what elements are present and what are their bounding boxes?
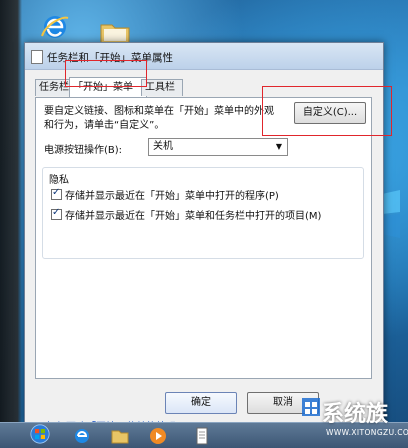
customize-button-highlight [262, 86, 392, 136]
store-recent-programs-option[interactable]: 存储并显示最近在「开始」菜单中打开的程序(P) [51, 187, 279, 203]
start-menu-tab-highlight [65, 60, 147, 87]
left-shadow-strip [0, 0, 22, 447]
start-menu-tab-panel: 要自定义链接、图标和菜单在「开始」菜单中的外观和行为，请单击“自定义”。 自定义… [35, 97, 372, 433]
watermark-brand-text: 系统族 [322, 402, 389, 427]
store-recent-programs-checkbox[interactable] [51, 187, 62, 200]
start-button-icon[interactable] [30, 424, 50, 444]
customize-description: 要自定义链接、图标和菜单在「开始」菜单中的外观和行为，请单击“自定义”。 [44, 106, 274, 131]
taskbar-document-icon[interactable] [192, 426, 212, 446]
tab-toolbars[interactable]: 工具栏 [141, 79, 183, 96]
ok-button[interactable]: 确定 [165, 392, 237, 414]
power-button-select[interactable]: 关机 ▼ [148, 138, 288, 156]
privacy-group: 隐私 存储并显示最近在「开始」菜单中打开的程序(P) 存储并显示最近在「开始」菜… [42, 167, 364, 259]
privacy-group-title: 隐私 [49, 175, 69, 186]
store-recent-items-label: 存储并显示最近在「开始」菜单和任务栏中打开的项目(M) [65, 211, 322, 222]
taskbar-media-player-icon[interactable] [148, 426, 168, 446]
dropdown-arrow-icon: ▼ [275, 142, 282, 151]
store-recent-items-checkbox[interactable] [51, 207, 62, 220]
internet-explorer-desktop-icon[interactable] [38, 12, 72, 42]
store-recent-programs-label: 存储并显示最近在「开始」菜单中打开的程序(P) [65, 191, 279, 202]
watermark-url-text: WWW.XITONGZU.COM [326, 428, 408, 437]
power-button-value: 关机 [153, 141, 173, 152]
properties-icon [31, 50, 43, 64]
store-recent-items-option[interactable]: 存储并显示最近在「开始」菜单和任务栏中打开的项目(M) [51, 207, 322, 223]
taskbar-explorer-icon[interactable] [110, 426, 130, 446]
power-button-label: 电源按钮操作(B): [44, 145, 123, 156]
taskbar-ie-icon[interactable] [72, 426, 92, 446]
